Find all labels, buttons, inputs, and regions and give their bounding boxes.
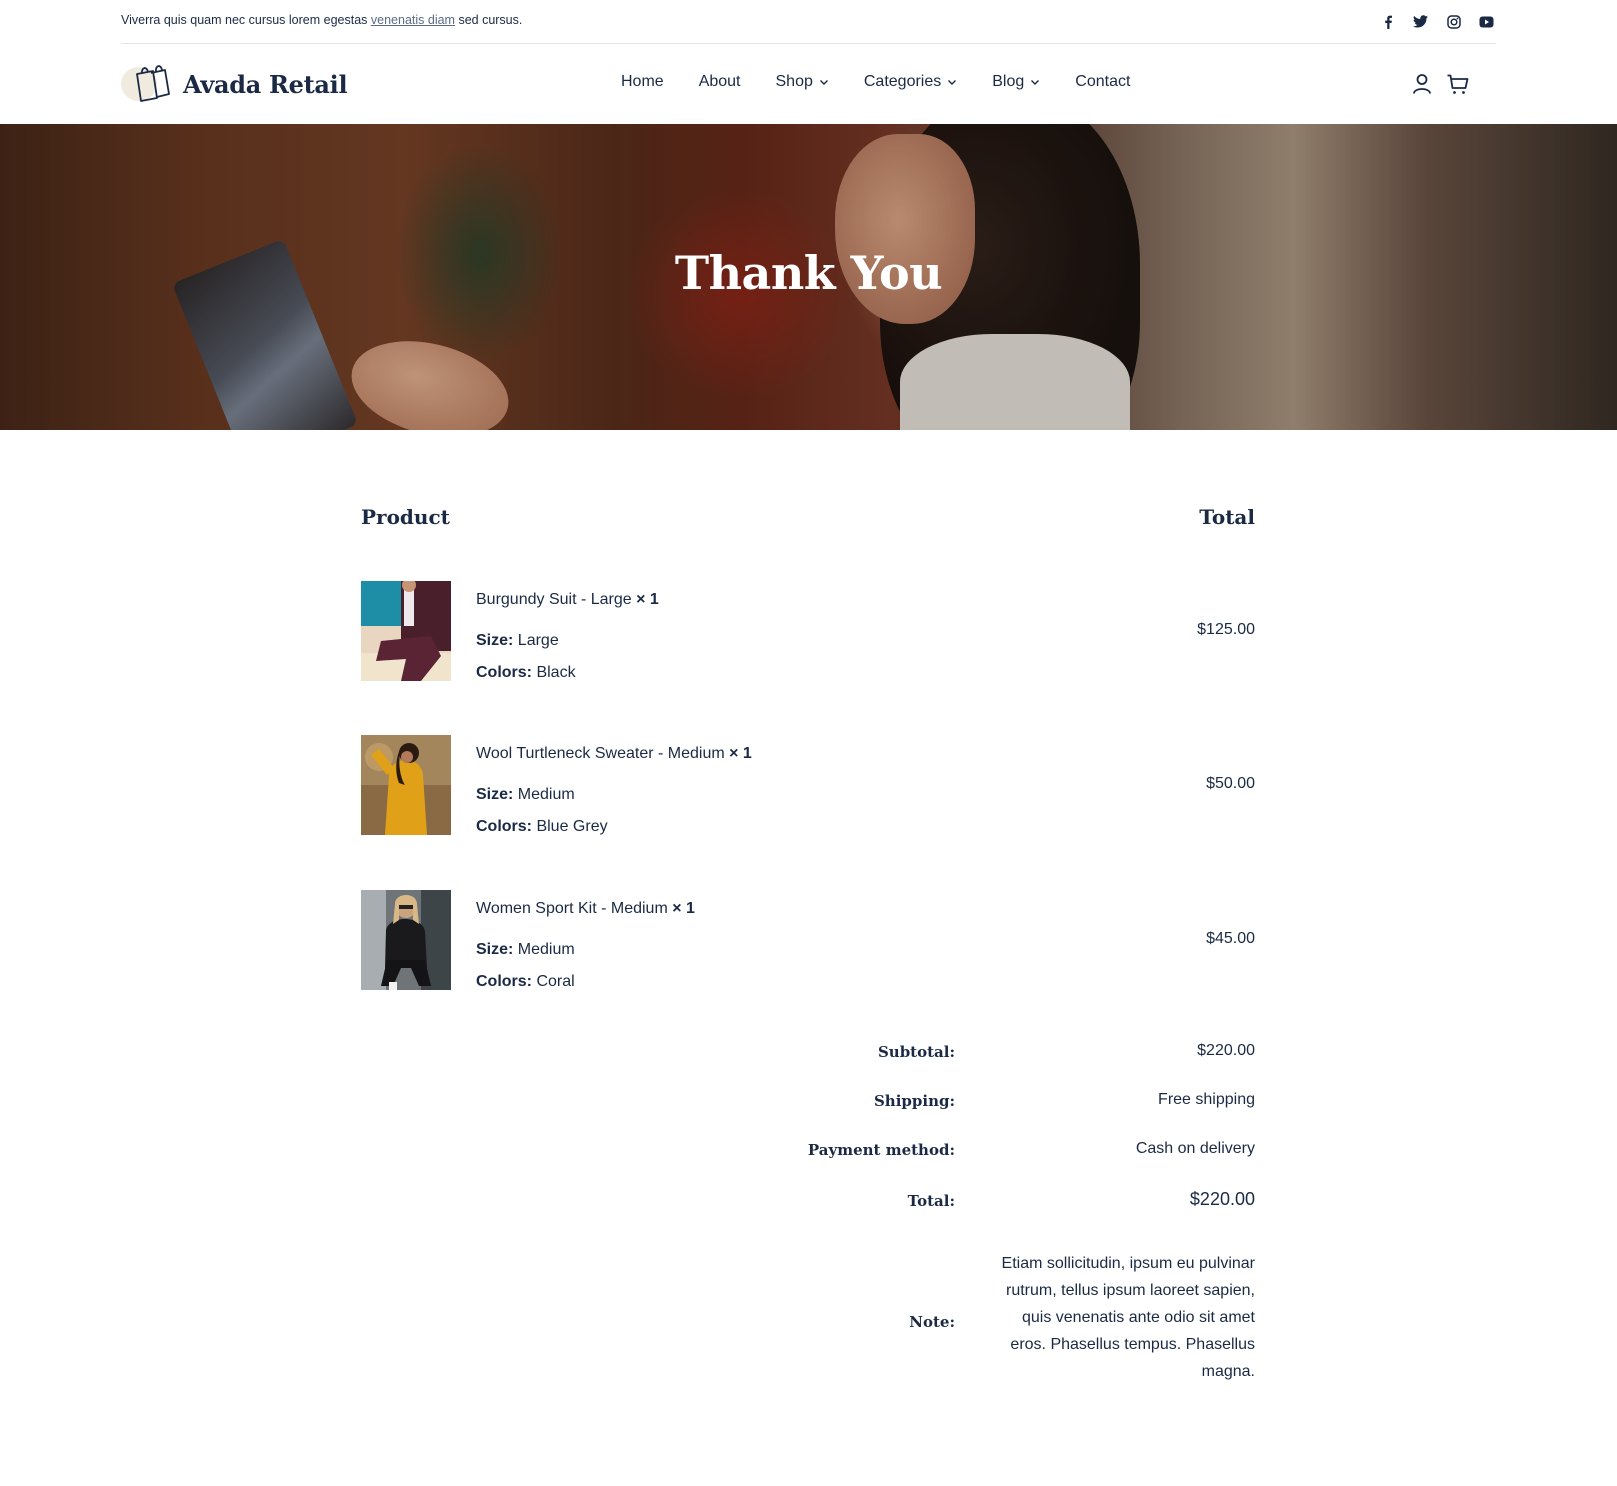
chevron-down-icon [948,80,957,85]
colors-label: Colors: [476,973,532,990]
product-thumbnail[interactable] [361,890,451,990]
product-qty: × 1 [729,745,752,762]
note-value: Etiam sollicitudin, ipsum eu pulvinar ru… [1001,1255,1255,1380]
note-label: Note: [909,1313,955,1331]
colors-value: Blue Grey [536,818,608,835]
product-thumbnail[interactable] [361,581,451,681]
topbar-text-after: sed cursus. [454,13,523,27]
size-value: Large [517,632,559,649]
nav-label: Blog [992,73,1025,90]
nav-blog[interactable]: Blog [992,73,1040,91]
shopping-bags-icon [119,64,177,104]
shipping-label: Shipping: [873,1092,955,1110]
twitter-icon[interactable] [1411,12,1430,31]
product-name[interactable]: Women Sport Kit - Medium × 1 [476,900,695,918]
product-name[interactable]: Burgundy Suit - Large × 1 [476,591,659,609]
order-item: Women Sport Kit - Medium × 1 Size: Mediu… [361,890,1255,992]
product-thumbnail[interactable] [361,735,451,835]
nav-label: Shop [775,73,813,90]
line-total: $125.00 [1197,621,1255,638]
site-logo[interactable]: Avada Retail [119,64,348,104]
site-header: Avada Retail Home About Shop Categories … [0,44,1617,124]
nav-shop[interactable]: Shop [776,73,829,91]
product-size: Size: Large [476,632,559,650]
colors-label: Colors: [476,818,532,835]
nav-label: Categories [863,73,942,90]
page-title: Thank You [674,246,943,300]
logo-text: Avada Retail [183,69,348,99]
subtotal-value: $220.00 [1197,1042,1255,1059]
nav-home[interactable]: Home [621,73,664,91]
nav-about[interactable]: About [699,73,741,91]
product-title: Burgundy Suit - Large [476,591,632,608]
size-label: Size: [476,632,514,649]
size-value: Medium [517,941,575,958]
product-name[interactable]: Wool Turtleneck Sweater - Medium × 1 [476,745,752,763]
product-qty: × 1 [672,900,695,917]
column-total: Total [1199,505,1255,529]
order-item: Wool Turtleneck Sweater - Medium × 1 Siz… [361,735,1255,837]
payment-method-value: Cash on delivery [1135,1140,1255,1157]
payment-method-label: Payment method: [807,1141,955,1159]
facebook-icon[interactable] [1378,12,1397,31]
product-colors: Colors: Black [476,664,576,682]
size-label: Size: [476,786,514,803]
size-label: Size: [476,941,514,958]
topbar-message: Viverra quis quam nec cursus lorem egest… [121,13,522,27]
nav-label: About [698,73,741,90]
user-icon[interactable] [1410,72,1434,96]
product-colors: Colors: Blue Grey [476,818,608,836]
total-label: Total: [907,1192,955,1210]
instagram-icon[interactable] [1444,12,1463,31]
nav-contact[interactable]: Contact [1075,73,1130,91]
topbar-link[interactable]: venenatis diam [371,13,455,27]
column-product: Product [361,505,450,529]
product-title: Wool Turtleneck Sweater - Medium [476,745,725,762]
order-item: Burgundy Suit - Large × 1 Size: Large Co… [361,581,1255,683]
nav-label: Contact [1075,73,1131,90]
top-bar: Viverra quis quam nec cursus lorem egest… [121,0,1496,44]
line-total: $45.00 [1206,930,1255,947]
topbar-text-before: Viverra quis quam nec cursus lorem egest… [121,13,371,27]
colors-value: Coral [536,973,575,990]
social-links [1378,12,1496,31]
line-total: $50.00 [1206,775,1255,792]
hero-banner: Thank You [0,124,1617,430]
chevron-down-icon [1031,80,1040,85]
product-title: Women Sport Kit - Medium [476,900,668,917]
header-actions [1410,72,1470,96]
product-size: Size: Medium [476,786,575,804]
chevron-down-icon [819,80,828,85]
size-value: Medium [517,786,575,803]
main-nav: Home About Shop Categories Blog Contact [621,73,1130,91]
subtotal-label: Subtotal: [877,1043,955,1061]
colors-value: Black [536,664,576,681]
shipping-value: Free shipping [1158,1091,1255,1108]
product-size: Size: Medium [476,941,575,959]
colors-label: Colors: [476,664,532,681]
cart-icon[interactable] [1446,72,1470,96]
product-colors: Colors: Coral [476,973,575,991]
product-qty: × 1 [636,591,659,608]
nav-categories[interactable]: Categories [864,73,957,91]
youtube-icon[interactable] [1477,12,1496,31]
order-table-header: Product Total [361,505,1255,529]
total-value: $220.00 [1189,1189,1255,1209]
nav-label: Home [621,73,664,90]
